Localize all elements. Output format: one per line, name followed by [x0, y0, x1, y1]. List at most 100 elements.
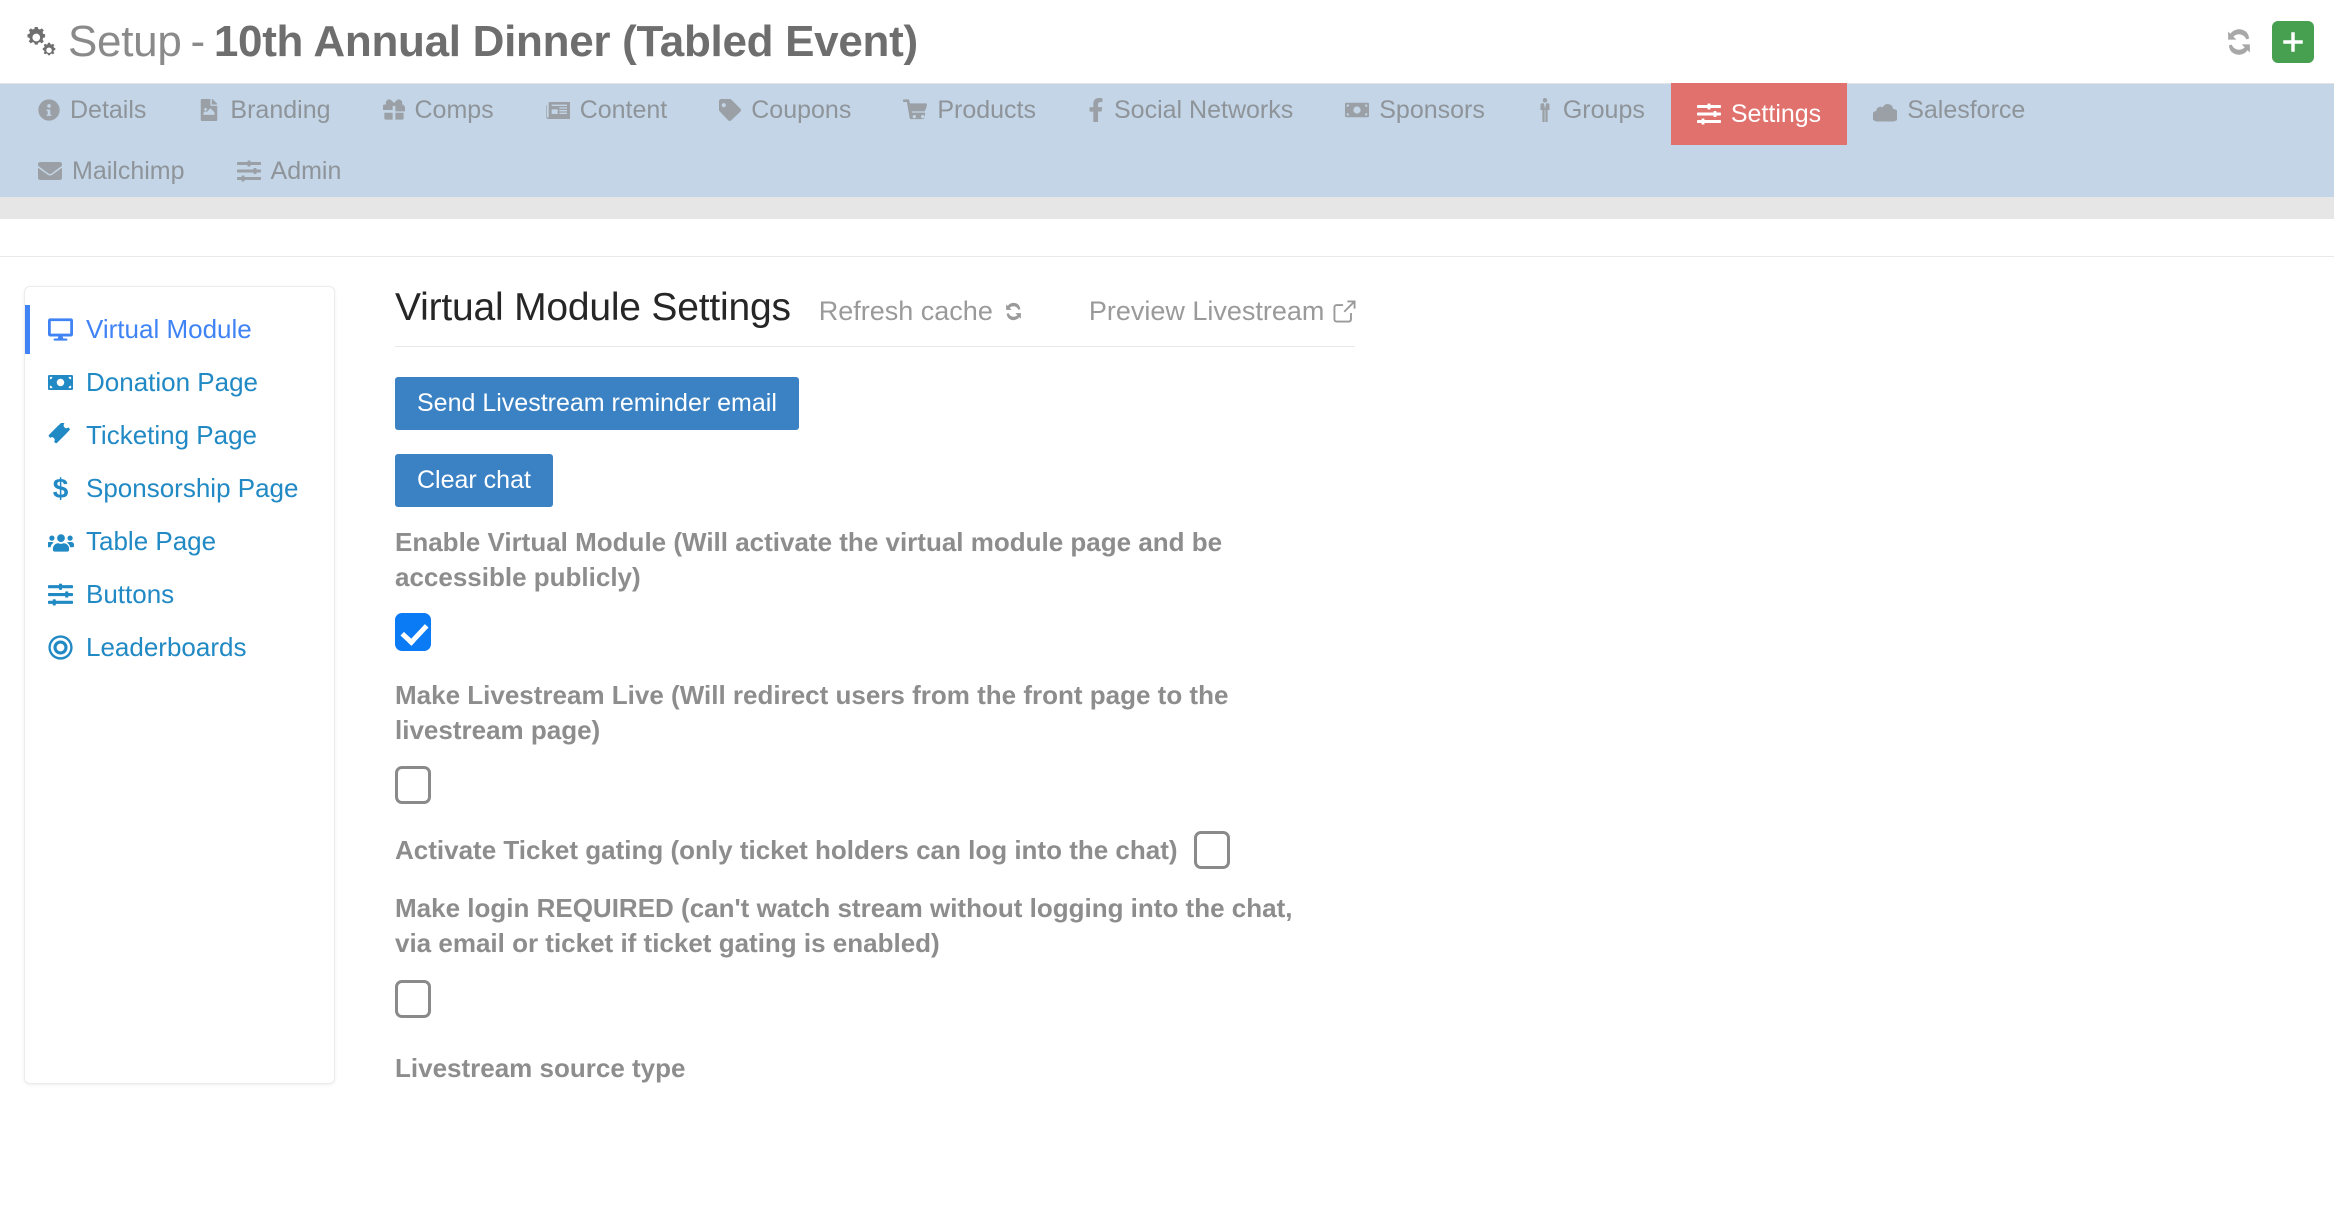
panel-title: Virtual Module Settings	[395, 286, 791, 329]
nav-item-mailchimp[interactable]: Mailchimp	[12, 145, 211, 197]
sidebar-item-buttons[interactable]: Buttons	[25, 568, 334, 621]
preview-livestream-label: Preview Livestream	[1088, 296, 1325, 326]
facebook-f-icon	[1088, 98, 1104, 122]
money-bill-icon	[1345, 98, 1370, 122]
panel-header: Virtual Module Settings Refresh cache Pr…	[395, 286, 1357, 347]
tag-icon	[719, 99, 742, 121]
nav-label: Comps	[414, 95, 494, 124]
checkbox-wrapper	[395, 979, 1355, 1023]
field-label: Make login REQUIRED (can't watch stream …	[395, 893, 1293, 959]
sidebar-item-label: Ticketing Page	[86, 420, 258, 450]
nav-item-branding[interactable]: Branding	[172, 84, 356, 136]
nav-item-products[interactable]: Products	[877, 84, 1062, 136]
money-bill-icon	[47, 370, 74, 395]
nav-under-strip	[0, 197, 2334, 219]
page-title: Setup - 10th Annual Dinner (Tabled Event…	[22, 17, 918, 67]
main-nav: Details Branding Comps Content Coupons P…	[0, 83, 2334, 197]
setup-word: Setup	[68, 16, 182, 66]
users-icon	[47, 529, 74, 555]
sidebar-item-donation-page[interactable]: Donation Page	[25, 356, 334, 409]
gears-icon	[22, 25, 56, 59]
nav-item-settings[interactable]: Settings	[1670, 83, 1848, 145]
newspaper-icon	[545, 98, 570, 122]
nav-label: Content	[579, 95, 668, 124]
clear-chat-row: Clear chat	[395, 454, 1355, 507]
field-label: Enable Virtual Module (Will activate the…	[395, 527, 1223, 593]
nav-item-sponsors[interactable]: Sponsors	[1319, 84, 1511, 136]
checkbox-wrapper	[395, 766, 1355, 809]
nav-item-admin[interactable]: Admin	[211, 145, 368, 197]
image-file-icon	[198, 99, 220, 121]
clear-chat-button[interactable]: Clear chat	[395, 454, 553, 507]
nav-label: Settings	[1730, 99, 1822, 128]
nav-item-groups[interactable]: Groups	[1511, 84, 1671, 136]
sliders-icon	[1696, 102, 1721, 126]
shopping-cart-icon	[903, 98, 928, 122]
nav-label: Social Networks	[1114, 95, 1294, 124]
nav-item-salesforce[interactable]: Salesforce	[1847, 84, 2051, 136]
refresh-sync-icon	[1002, 300, 1025, 323]
header-actions	[2222, 20, 2314, 63]
nav-label: Mailchimp	[72, 156, 185, 185]
send-reminder-row: Send Livestream reminder email	[395, 377, 1355, 430]
add-button[interactable]	[2272, 20, 2314, 63]
nav-second-row: Mailchimp Admin	[12, 145, 2322, 197]
sidebar-item-virtual-module[interactable]: Virtual Module	[25, 303, 334, 356]
app-header: Setup - 10th Annual Dinner (Tabled Event…	[0, 0, 2334, 83]
make-livestream-live-checkbox[interactable]	[395, 766, 431, 805]
plus-icon	[2283, 31, 2303, 52]
field-enable-virtual-module: Enable Virtual Module (Will activate the…	[395, 525, 1355, 656]
preview-livestream-link[interactable]: Preview Livestream	[1089, 296, 1357, 330]
sidebar-item-table-page[interactable]: Table Page	[25, 515, 334, 568]
enable-virtual-module-checkbox[interactable]	[395, 613, 431, 652]
sidebar-item-leaderboards[interactable]: Leaderboards	[25, 621, 334, 674]
field-label: Make Livestream Live (Will redirect user…	[395, 680, 1229, 746]
nav-item-comps[interactable]: Comps	[357, 84, 520, 136]
virtual-module-panel: Virtual Module Settings Refresh cache Pr…	[335, 286, 1395, 1084]
nav-label: Products	[937, 95, 1036, 124]
settings-sidebar: Virtual Module Donation Page Ticketing P…	[24, 286, 335, 1084]
field-activate-ticket-gating: Activate Ticket gating (only ticket hold…	[395, 831, 1355, 870]
activate-ticket-gating-checkbox[interactable]	[1193, 831, 1230, 870]
event-name: 10th Annual Dinner (Tabled Event)	[213, 16, 918, 66]
nav-item-content[interactable]: Content	[520, 84, 694, 136]
title-dash: -	[190, 16, 206, 66]
info-circle-icon	[38, 99, 60, 121]
nav-label: Sponsors	[1379, 95, 1485, 124]
bullseye-icon	[47, 635, 74, 660]
refresh-cache-link[interactable]: Refresh cache	[819, 296, 1025, 330]
nav-label: Coupons	[751, 95, 852, 124]
dollar-sign-icon: $	[52, 472, 69, 504]
nav-label: Groups	[1562, 95, 1645, 124]
sidebar-item-label: Buttons	[86, 579, 175, 609]
nav-label: Details	[70, 95, 147, 124]
refresh-cache-label: Refresh cache	[818, 296, 993, 326]
nav-label: Branding	[230, 95, 331, 124]
content-layout: Virtual Module Donation Page Ticketing P…	[0, 257, 2334, 1084]
sliders-icon	[236, 159, 261, 183]
livestream-source-type-label: Livestream source type	[395, 1052, 686, 1083]
field-make-login-required: Make login REQUIRED (can't watch stream …	[395, 891, 1355, 1022]
sidebar-item-label: Virtual Module	[86, 314, 252, 344]
make-login-required-checkbox[interactable]	[395, 979, 431, 1018]
sliders-icon	[47, 582, 74, 607]
checkbox-wrapper	[395, 613, 1355, 656]
cloud-icon	[1873, 98, 1898, 122]
gift-icon	[382, 99, 405, 121]
nav-label: Salesforce	[1907, 95, 2026, 124]
refresh-sync-icon[interactable]	[2222, 25, 2256, 59]
page-body: Virtual Module Donation Page Ticketing P…	[0, 256, 2334, 1084]
field-label: Activate Ticket gating (only ticket hold…	[395, 834, 1178, 865]
desktop-icon	[47, 317, 74, 342]
send-livestream-reminder-button[interactable]: Send Livestream reminder email	[395, 377, 799, 430]
sidebar-item-sponsorship-page[interactable]: $ Sponsorship Page	[25, 462, 334, 515]
sidebar-item-label: Sponsorship Page	[86, 473, 299, 503]
nav-label: Admin	[270, 156, 342, 185]
nav-item-social-networks[interactable]: Social Networks	[1062, 84, 1319, 136]
sidebar-item-ticketing-page[interactable]: Ticketing Page	[25, 409, 334, 462]
nav-item-coupons[interactable]: Coupons	[693, 84, 877, 136]
sidebar-item-label: Table Page	[86, 526, 217, 556]
sidebar-item-label: Donation Page	[86, 367, 259, 397]
nav-item-details[interactable]: Details	[12, 84, 172, 136]
sidebar-item-label: Leaderboards	[86, 632, 247, 662]
